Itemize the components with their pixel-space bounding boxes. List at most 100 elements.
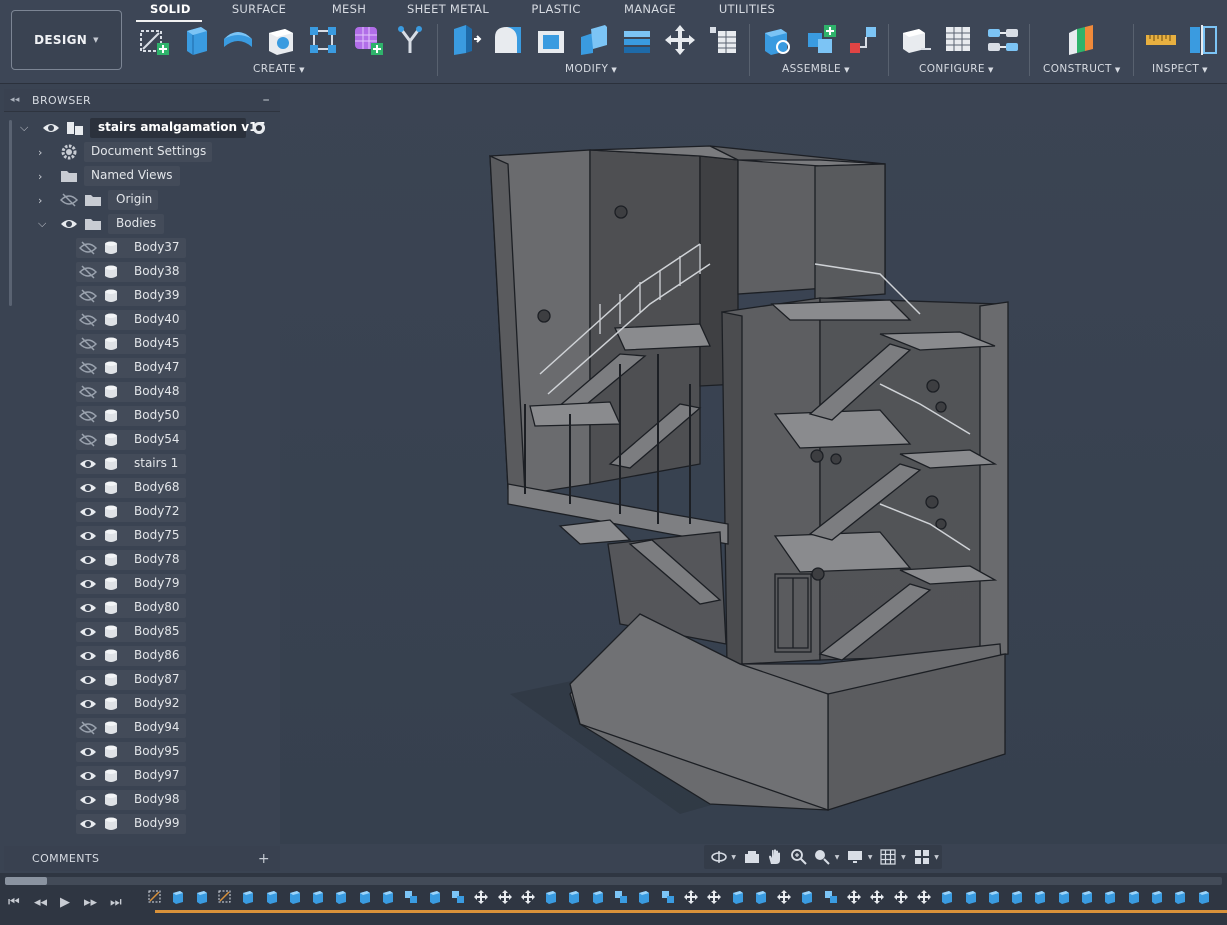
chevron-down-icon[interactable]: ▼ — [868, 854, 876, 861]
eye-icon[interactable] — [79, 601, 97, 615]
eye-hidden-icon[interactable] — [79, 265, 97, 279]
eye-icon[interactable] — [79, 457, 97, 471]
eye-icon[interactable] — [79, 769, 97, 783]
timeline-extrude-icon[interactable] — [1056, 889, 1072, 905]
timeline-extrude-icon[interactable] — [240, 889, 256, 905]
assemble-group-label[interactable]: ASSEMBLE ▼ — [782, 63, 850, 75]
timeline-extrude-icon[interactable] — [194, 889, 210, 905]
chevron-down-icon[interactable]: ▼ — [835, 854, 843, 861]
display-settings-icon[interactable] — [845, 847, 866, 867]
timeline-extrude-icon[interactable] — [310, 889, 326, 905]
step-forward-icon[interactable]: ▸▸ — [84, 895, 97, 910]
body-row[interactable]: Body86 — [76, 646, 188, 666]
timeline-extrude-icon[interactable] — [1079, 889, 1095, 905]
eye-hidden-icon[interactable] — [79, 289, 97, 303]
minimize-icon[interactable]: – — [263, 92, 270, 108]
pan-hand-icon[interactable] — [765, 847, 786, 867]
timeline-extrude-icon[interactable] — [1149, 889, 1165, 905]
move-copy-tool[interactable] — [662, 22, 698, 58]
eye-icon[interactable] — [79, 625, 97, 639]
chevron-right-icon[interactable]: › — [38, 146, 42, 159]
tab-plastic[interactable]: PLASTIC — [530, 2, 582, 19]
body-row[interactable]: Body45 — [76, 334, 188, 354]
tab-manage[interactable]: MANAGE — [623, 2, 677, 19]
grid-icon[interactable] — [878, 847, 899, 867]
pattern-tool[interactable] — [305, 22, 341, 58]
body-row[interactable]: Body95 — [76, 742, 188, 762]
named-views-node[interactable]: › Named Views — [38, 166, 238, 186]
body-row[interactable]: Body54 — [76, 430, 188, 450]
eye-hidden-icon[interactable] — [79, 433, 97, 447]
timeline-move-icon[interactable] — [846, 889, 862, 905]
active-indicator-icon[interactable] — [252, 121, 266, 135]
chevron-down-icon[interactable]: ▼ — [901, 854, 909, 861]
chevron-down-icon[interactable]: ▼ — [934, 854, 942, 861]
timeline-extrude-icon[interactable] — [590, 889, 606, 905]
eye-icon[interactable] — [79, 697, 97, 711]
body-row[interactable]: Body98 — [76, 790, 188, 810]
timeline-combine-icon[interactable] — [613, 889, 629, 905]
body-row[interactable]: Body99 — [76, 814, 188, 834]
body-row[interactable]: Body80 — [76, 598, 188, 618]
align-tool[interactable] — [619, 22, 655, 58]
timeline-extrude-icon[interactable] — [170, 889, 186, 905]
body-row[interactable]: stairs 1 — [76, 454, 188, 474]
eye-icon[interactable] — [79, 793, 97, 807]
timeline-extrude-icon[interactable] — [963, 889, 979, 905]
shell-tool[interactable] — [533, 22, 569, 58]
timeline-scrollbar[interactable] — [5, 877, 1222, 885]
revolve-tool[interactable] — [220, 22, 256, 58]
eye-icon[interactable] — [79, 745, 97, 759]
body-row[interactable]: Body72 — [76, 502, 188, 522]
timeline-combine-icon[interactable] — [823, 889, 839, 905]
body-row[interactable]: Body50 — [76, 406, 188, 426]
step-back-icon[interactable]: ◂◂ — [34, 895, 47, 910]
body-row[interactable]: Body47 — [76, 358, 188, 378]
eye-icon[interactable] — [79, 481, 97, 495]
body-row[interactable]: Body85 — [76, 622, 188, 642]
timeline-move-icon[interactable] — [520, 889, 536, 905]
document-node[interactable]: ⌵ stairs amalgamation v15 — [20, 118, 272, 138]
eye-hidden-icon[interactable] — [60, 193, 78, 207]
body-row[interactable]: Body68 — [76, 478, 188, 498]
timeline-combine-icon[interactable] — [403, 889, 419, 905]
new-component-tool[interactable] — [760, 22, 796, 58]
timeline-extrude-icon[interactable] — [264, 889, 280, 905]
modify-group-label[interactable]: MODIFY ▼ — [565, 63, 617, 75]
eye-hidden-icon[interactable] — [79, 361, 97, 375]
configuration-rule-tool[interactable] — [985, 22, 1021, 58]
timeline-sketch-icon[interactable] — [147, 889, 163, 905]
document-settings-node[interactable]: › Document Settings — [38, 142, 238, 162]
body-row[interactable]: Body38 — [76, 262, 188, 282]
body-row[interactable]: Body87 — [76, 670, 188, 690]
add-comment-icon[interactable]: + — [258, 851, 270, 867]
timeline-move-icon[interactable] — [497, 889, 513, 905]
eye-icon[interactable] — [79, 577, 97, 591]
viewports-icon[interactable] — [911, 847, 932, 867]
timeline-extrude-icon[interactable] — [380, 889, 396, 905]
construct-group-label[interactable]: CONSTRUCT ▼ — [1043, 63, 1121, 75]
play-icon[interactable]: ▶ — [60, 895, 70, 910]
joint-tool[interactable] — [803, 22, 839, 58]
go-to-end-icon[interactable]: ⏭ — [110, 895, 122, 910]
press-pull-tool[interactable] — [447, 22, 483, 58]
timeline-extrude-icon[interactable] — [1196, 889, 1212, 905]
eye-hidden-icon[interactable] — [79, 409, 97, 423]
offset-plane-tool[interactable] — [1064, 22, 1100, 58]
eye-icon[interactable] — [79, 649, 97, 663]
orbit-icon[interactable] — [708, 847, 729, 867]
body-row[interactable]: Body39 — [76, 286, 188, 306]
origin-node[interactable]: › Origin — [38, 190, 238, 210]
parameters-tool[interactable] — [705, 22, 741, 58]
canvas-viewport[interactable] — [280, 84, 1227, 844]
body-row[interactable]: Body75 — [76, 526, 188, 546]
body-row[interactable]: Body94 — [76, 718, 188, 738]
eye-hidden-icon[interactable] — [79, 241, 97, 255]
eye-icon[interactable] — [60, 217, 78, 231]
eye-hidden-icon[interactable] — [79, 313, 97, 327]
timeline-extrude-icon[interactable] — [799, 889, 815, 905]
eye-hidden-icon[interactable] — [79, 721, 97, 735]
timeline-move-icon[interactable] — [473, 889, 489, 905]
timeline-combine-icon[interactable] — [660, 889, 676, 905]
eye-icon[interactable] — [79, 505, 97, 519]
